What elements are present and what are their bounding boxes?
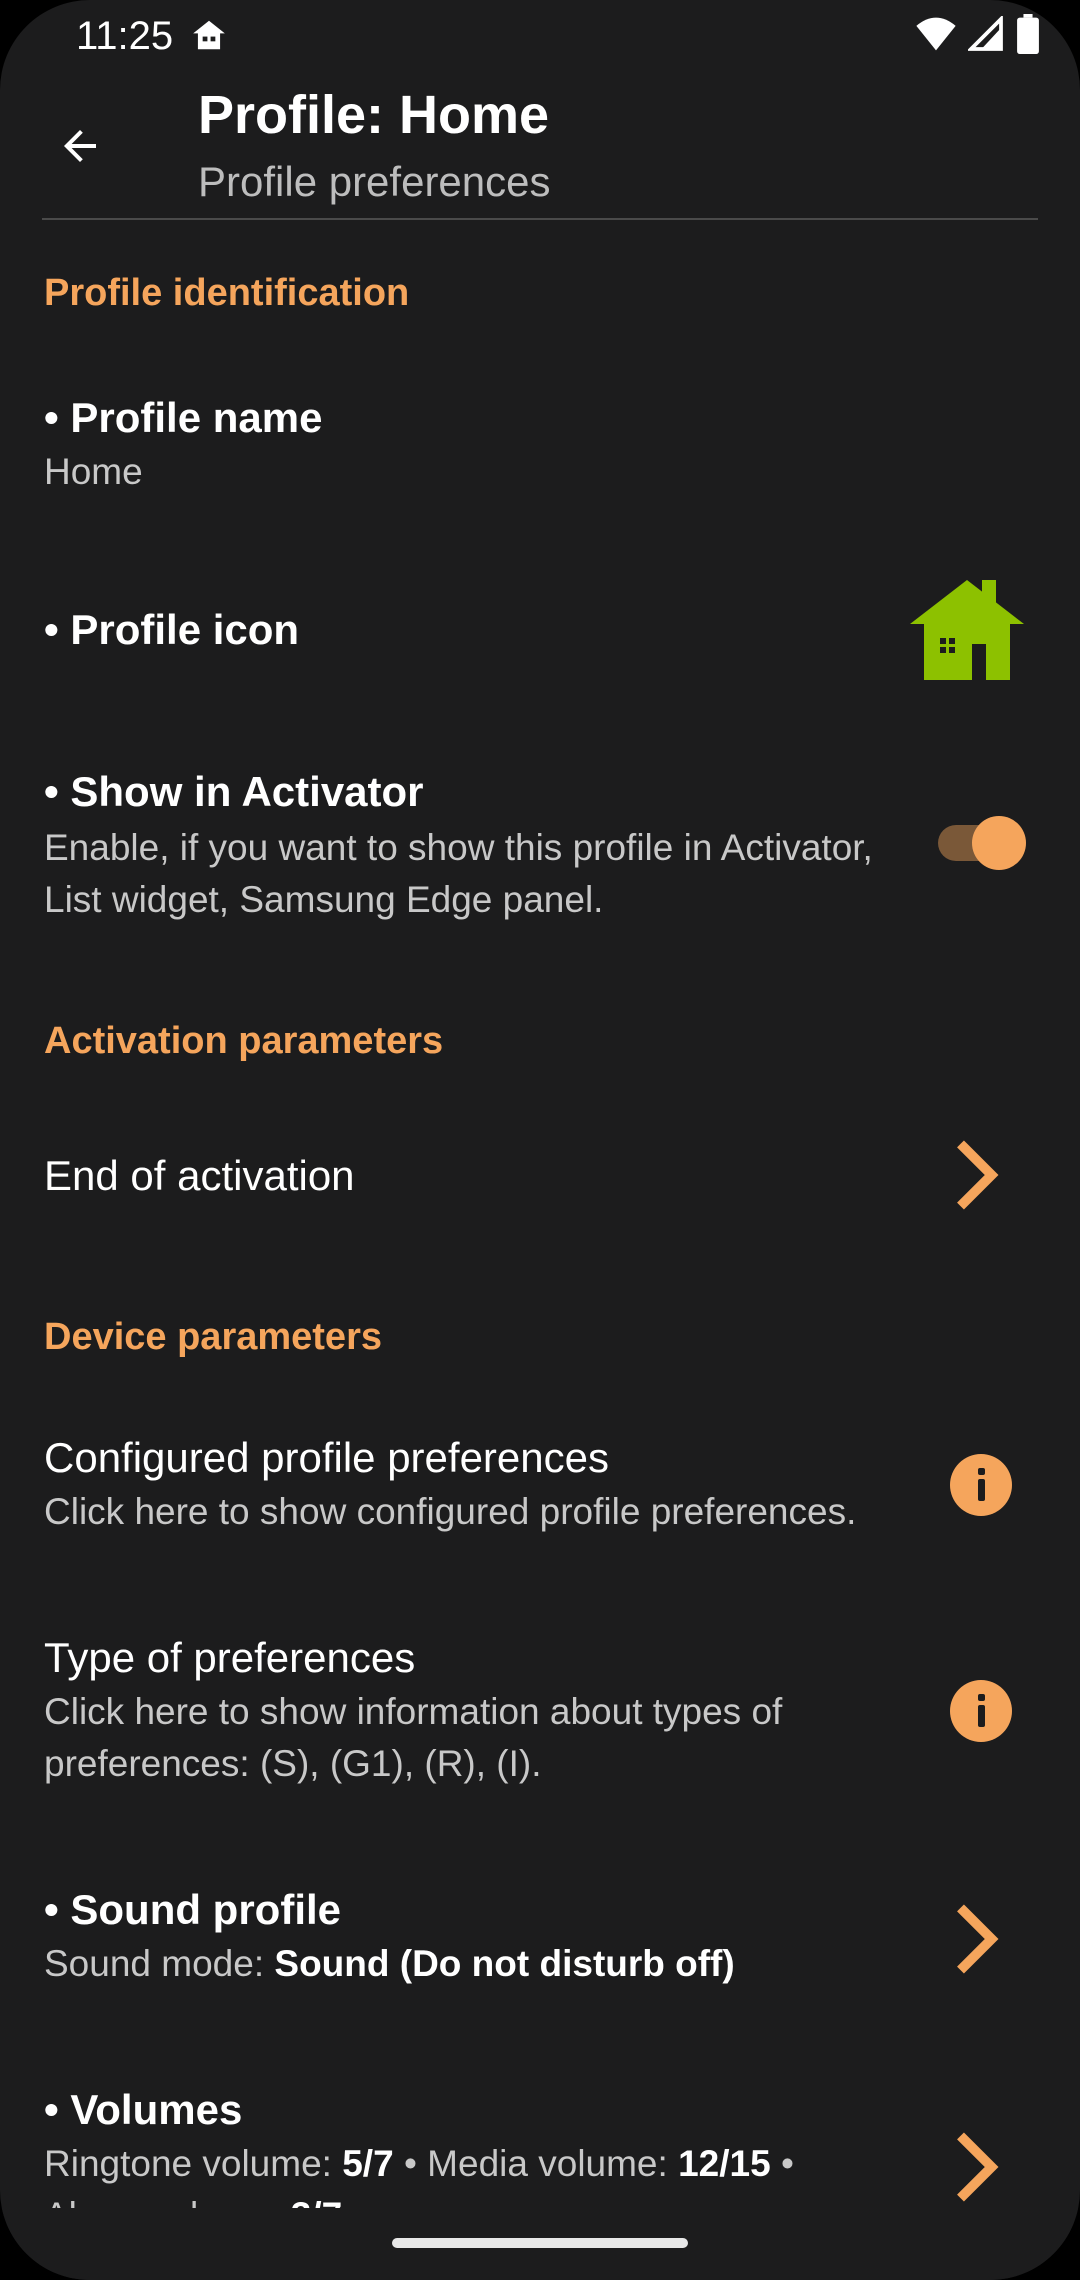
section-header-device: Device parameters [44,1316,382,1358]
section-header-activation: Activation parameters [44,1020,444,1062]
info-icon[interactable] [950,1680,1012,1742]
configured-prefs-title: Configured profile preferences [44,1434,609,1481]
show-in-activator-summary: Enable, if you want to show this profile… [44,827,873,920]
page-subtitle: Profile preferences [198,158,551,205]
home-icon [193,20,225,50]
sound-mode-label: Sound mode: [44,1943,275,1984]
status-icons [916,14,1040,54]
arrow-back-icon [64,130,96,162]
section-header-identification: Profile identification [44,272,410,314]
wifi-icon [916,17,956,51]
ringtone-value: 5/7 [342,2143,394,2184]
sound-mode-value: Sound (Do not disturb off) [274,1943,735,1984]
house-icon [910,580,1024,680]
show-in-activator-title: • Show in Activator [44,768,424,815]
type-of-prefs-row[interactable]: Type of preferences Click here to show i… [0,1620,1080,1790]
ringtone-label: Ringtone volume: [44,2143,343,2184]
end-of-activation-row[interactable]: End of activation [0,1110,1080,1240]
type-of-prefs-title: Type of preferences [44,1634,416,1681]
back-button[interactable] [40,106,120,186]
profile-icon-title: • Profile icon [44,606,300,653]
separator: • [770,2143,794,2184]
screen: 11:25 Profile: Home Profile preferences … [0,0,1080,2280]
info-icon[interactable] [950,1454,1012,1516]
configured-prefs-row[interactable]: Configured profile preferences Click her… [0,1420,1080,1550]
chevron-right-icon [957,1904,999,1974]
profile-name-pref[interactable]: • Profile name Home [0,370,1080,510]
signal-icon [968,16,1003,51]
gesture-home-bar[interactable] [392,2238,688,2248]
volumes-title: • Volumes [44,2086,243,2133]
battery-icon [1017,14,1039,54]
sound-profile-title: • Sound profile [44,1886,342,1933]
configured-prefs-summary: Click here to show configured profile pr… [44,1491,857,1532]
switch-thumb [972,816,1026,870]
volumes-row[interactable]: • Volumes Ringtone volume: 5/7 • Media v… [0,2070,1080,2236]
header-divider [42,218,1038,220]
media-label: • Media volume: [393,2143,679,2184]
chevron-right-icon [957,2132,999,2202]
type-of-prefs-summary: Click here to show information about typ… [44,1691,783,1784]
sound-profile-summary: Sound mode: Sound (Do not disturb off) [44,1938,944,1990]
end-of-activation-title: End of activation [44,1152,355,1199]
page-title: Profile: Home [198,85,550,145]
sound-profile-row[interactable]: • Sound profile Sound mode: Sound (Do no… [0,1870,1080,2000]
media-value: 12/15 [678,2143,771,2184]
profile-name-value: Home [44,451,143,492]
chevron-right-icon [957,1140,999,1210]
profile-icon-pref[interactable]: • Profile icon [0,560,1080,700]
status-time: 11:25 [76,14,174,58]
show-in-activator-pref[interactable]: • Show in Activator Enable, if you want … [0,752,1080,942]
profile-name-title: • Profile name [44,394,323,441]
